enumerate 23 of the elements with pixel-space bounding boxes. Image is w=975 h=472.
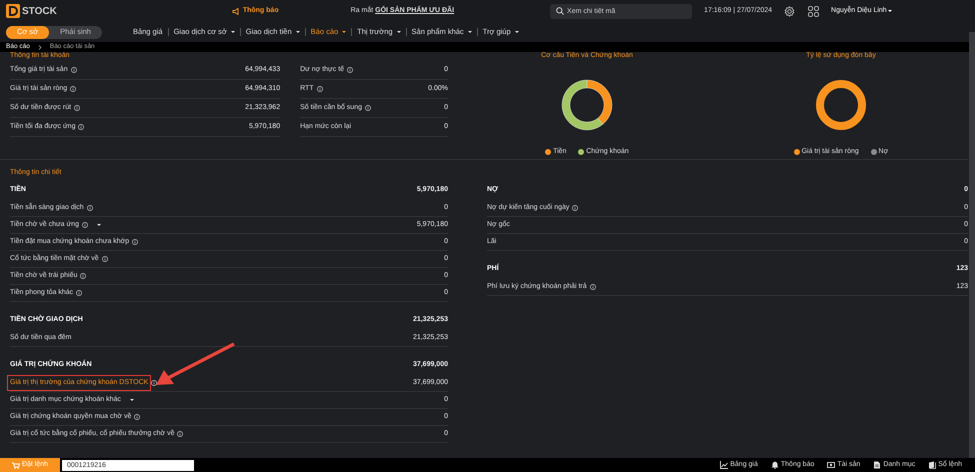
document-icon[interactable] [873,461,882,469]
caret-icon[interactable] [396,31,401,33]
bell-icon[interactable] [770,461,779,469]
caret-icon[interactable] [130,399,134,401]
line-chart-icon[interactable] [720,461,728,469]
caret-icon[interactable] [96,224,101,226]
apps-grid-icon[interactable] [808,6,820,16]
caret-icon[interactable] [230,31,235,33]
megaphone-icon [232,8,240,14]
caret-icon[interactable] [468,31,472,33]
logo-icon [6,4,20,18]
caret-icon[interactable] [514,31,519,33]
cart-icon [12,462,20,468]
caret-icon[interactable] [296,31,300,33]
card-icon[interactable] [827,461,836,469]
logo-text: STOCK [22,4,57,18]
scrollbar[interactable] [969,32,975,458]
chevron-icon [38,44,42,50]
search-icon [556,7,564,15]
book-icon[interactable] [928,461,936,469]
caret-icon[interactable] [342,31,346,33]
settings-icon[interactable] [784,6,796,16]
donut-ring [816,80,866,130]
